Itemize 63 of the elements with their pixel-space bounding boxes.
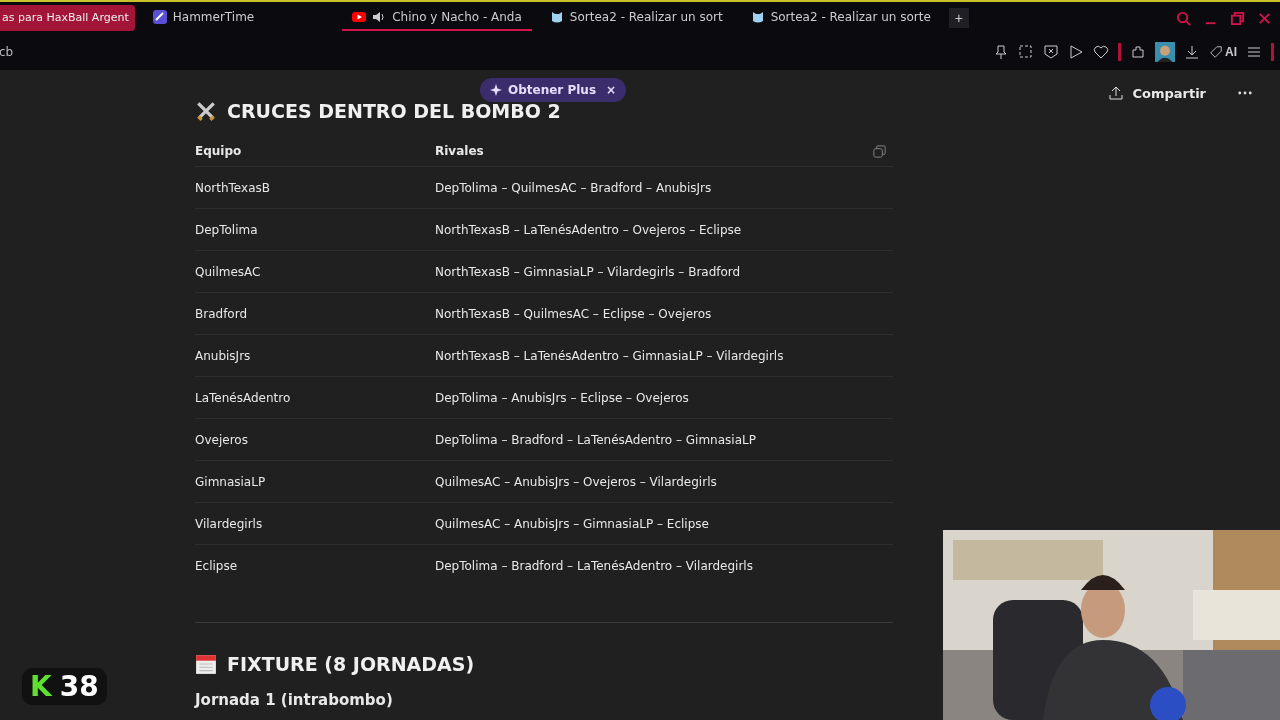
- browser-tab[interactable]: Chino y Nacho - Anda: [342, 5, 532, 31]
- menu-icon[interactable]: [1246, 44, 1262, 60]
- mascot-icon: [549, 10, 564, 24]
- send-icon[interactable]: [1068, 44, 1084, 60]
- play-icon: [352, 10, 367, 24]
- table-cell-text: Ovejeros: [195, 432, 249, 447]
- table-cell-text: DepTolima: [195, 222, 259, 237]
- close-icon[interactable]: [1257, 10, 1272, 26]
- extensions-icon[interactable]: [1130, 44, 1146, 60]
- table-cell-text: AnubisJrs: [195, 348, 252, 363]
- browser-tab[interactable]: Sortea2 - Realizar un sort: [539, 5, 733, 31]
- table-cell-text: DepTolima – QuilmesAC – Bradford – AnubisJrs: [435, 180, 713, 195]
- table-cell-text: NorthTexasB – LaTenésAdentro – GimnasiaLP – Vilardegirls: [435, 348, 785, 363]
- table-cell-text: QuilmesAC – AnubisJrs – Ovejeros – Vilardegirls: [435, 474, 718, 489]
- table-cell-text: DepTolima – Bradford – LaTenésAdentro – Vilardegirls: [435, 558, 754, 573]
- table-cell-text: Bradford: [195, 306, 249, 321]
- app-icon: [152, 10, 167, 24]
- table-cell-text: QuilmesAC – AnubisJrs – GimnasiaLP – Eclipse: [435, 516, 710, 531]
- mascot-icon: [750, 10, 765, 24]
- table-cell-text: NorthTexasB – LaTenésAdentro – Ovejeros – Eclipse: [435, 222, 743, 237]
- table-cell-text: QuilmesAC: [195, 264, 262, 279]
- promo-close[interactable]: ×: [606, 83, 617, 97]
- heart-icon[interactable]: [1093, 44, 1109, 60]
- table-cell-text: NorthTexasB – QuilmesAC – Eclipse – Ovejeros: [435, 306, 713, 321]
- table-cell-text: Vilardegirls: [195, 516, 264, 531]
- calendar-icon: [195, 653, 217, 675]
- table-cell-text: DepTolima – AnubisJrs – Eclipse – Ovejeros: [435, 390, 690, 405]
- section-title: FIXTURE (8 JORNADAS): [227, 653, 475, 675]
- counter-letter: K: [30, 670, 52, 703]
- browser-tab[interactable]: Sortea2 - Realizar un sorte: [740, 5, 941, 31]
- restore-icon[interactable]: [1230, 10, 1245, 26]
- table-cell-text: Eclipse: [195, 558, 239, 573]
- search-icon[interactable]: [1176, 10, 1191, 26]
- promo-pill[interactable]: Obtener Plus ×: [480, 78, 627, 102]
- upload-icon: [1108, 85, 1125, 101]
- swords-icon: [195, 100, 217, 122]
- pin-icon[interactable]: [993, 44, 1009, 60]
- table-cell-text: DepTolima – Bradford – LaTenésAdentro – GimnasiaLP: [435, 432, 757, 447]
- shield-icon[interactable]: [1043, 44, 1059, 60]
- browser-tab[interactable]: as para HaxBall Argent: [0, 5, 135, 31]
- screenshot-icon[interactable]: [1018, 44, 1034, 60]
- section-title: CRUCES DENTRO DEL BOMBO 2: [227, 100, 561, 122]
- column-header: Equipo: [195, 144, 243, 158]
- download-icon[interactable]: [1184, 44, 1200, 60]
- new-tab-button[interactable]: +: [948, 8, 969, 28]
- address-text[interactable]: cb: [0, 45, 14, 59]
- column-header: Rivales: [435, 144, 485, 158]
- share-button[interactable]: Compartir: [1102, 84, 1212, 102]
- subsection-title: Jornada 1 (intrabombo): [195, 691, 394, 709]
- table-cell-text: GimnasiaLP: [195, 474, 267, 489]
- more-icon[interactable]: [1238, 91, 1252, 95]
- sparkle-icon: [490, 84, 502, 96]
- speaker-icon: [372, 10, 387, 24]
- promo-label: Obtener Plus: [508, 83, 597, 97]
- tag-icon: [1209, 45, 1223, 59]
- table-cell-text: LaTenésAdentro: [195, 390, 292, 405]
- avatar-icon[interactable]: [1155, 42, 1175, 62]
- copy-icon[interactable]: [872, 143, 887, 159]
- counter-number: 38: [59, 670, 99, 703]
- table-cell-text: NorthTexasB – GimnasiaLP – Vilardegirls – Bradford: [435, 264, 742, 279]
- table-cell-text: NorthTexasB: [195, 180, 271, 195]
- browser-tab[interactable]: HammerTime: [142, 5, 265, 31]
- ai-button[interactable]: AI: [1209, 45, 1237, 59]
